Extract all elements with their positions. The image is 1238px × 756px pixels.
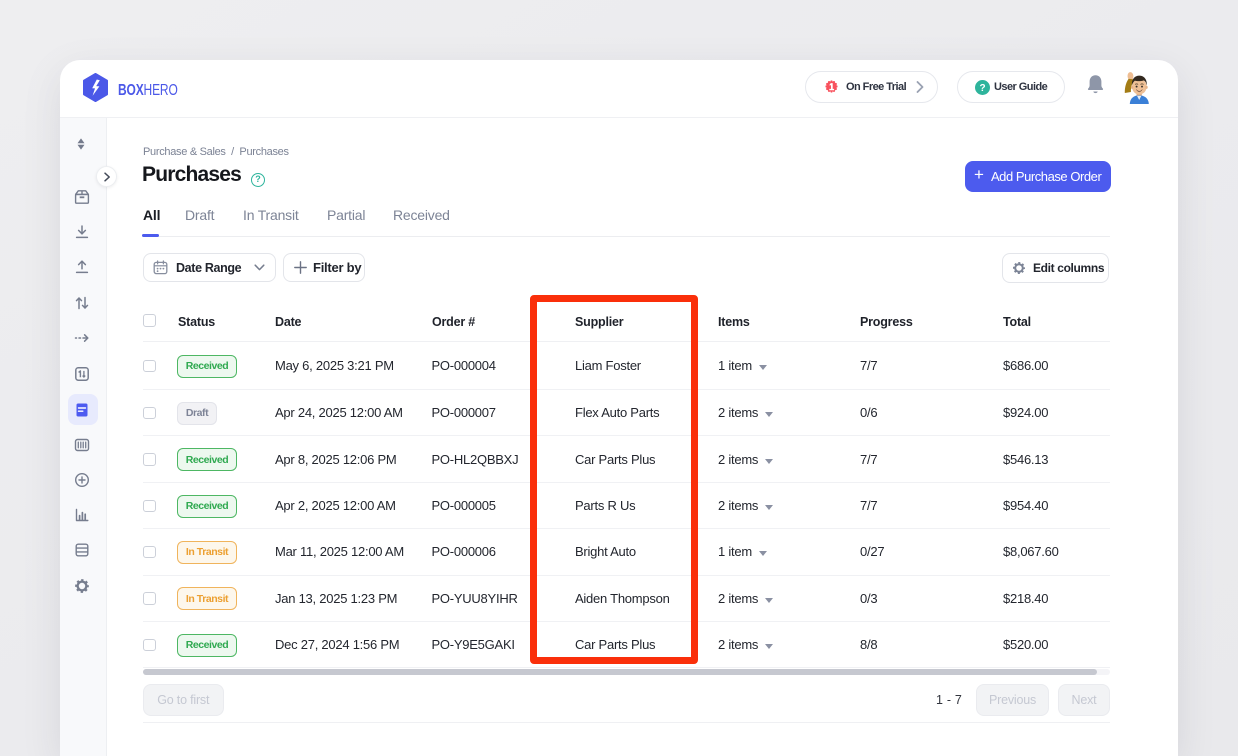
svg-text:?: ?	[979, 83, 985, 94]
